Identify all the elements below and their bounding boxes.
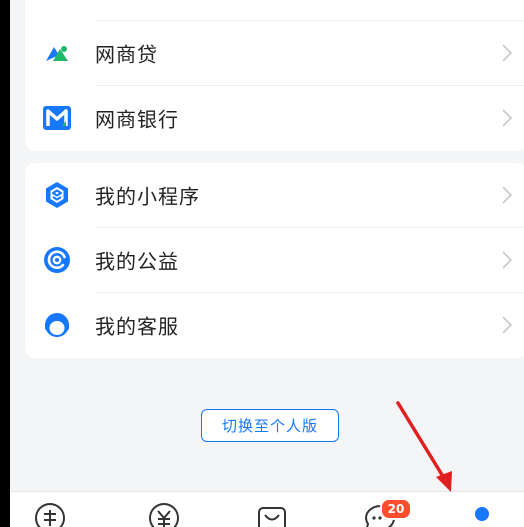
menu-item-mini-programs[interactable]: 我的小程序 bbox=[25, 163, 524, 227]
tab-wealth-icon[interactable] bbox=[144, 498, 184, 527]
chevron-right-icon bbox=[502, 316, 513, 334]
menu-item-wangshangdai[interactable]: 网商贷 bbox=[25, 21, 524, 85]
chevron-right-icon bbox=[502, 251, 513, 269]
mybank-m-icon bbox=[43, 106, 71, 130]
tab-home-icon[interactable] bbox=[30, 498, 70, 527]
chevron-right-icon bbox=[502, 44, 513, 62]
menu-item-label: 我的小程序 bbox=[95, 184, 200, 209]
menu-item-label: 网商银行 bbox=[95, 107, 179, 132]
charity-icon bbox=[44, 247, 70, 273]
mini-program-icon bbox=[46, 182, 68, 208]
menu-item-customer-service[interactable]: 我的客服 bbox=[25, 293, 524, 357]
app-screen: 网商贷 网商银行 我的小程序 我的公益 我的客服 切换至个人版 20 bbox=[10, 0, 524, 527]
menu-item-label: 我的客服 bbox=[95, 314, 179, 339]
bottom-tab-bar bbox=[10, 491, 524, 527]
menu-item-mybank[interactable]: 网商银行 bbox=[25, 86, 524, 150]
menu-item-charity[interactable]: 我的公益 bbox=[25, 228, 524, 292]
chevron-right-icon bbox=[502, 186, 513, 204]
menu-item-label: 我的公益 bbox=[95, 249, 179, 274]
chevron-right-icon bbox=[502, 109, 513, 127]
customer-service-icon bbox=[45, 313, 69, 337]
tab-koubei-icon[interactable] bbox=[252, 498, 292, 527]
mybank-loan-icon bbox=[46, 46, 68, 61]
menu-card-finance: 网商贷 网商银行 bbox=[25, 0, 524, 151]
switch-to-personal-button[interactable]: 切换至个人版 bbox=[201, 409, 339, 442]
tab-mine-icon[interactable] bbox=[462, 498, 502, 527]
menu-card-services: 我的小程序 我的公益 我的客服 bbox=[25, 163, 524, 358]
messages-badge: 20 bbox=[380, 498, 412, 520]
menu-item-label: 网商贷 bbox=[95, 42, 158, 67]
